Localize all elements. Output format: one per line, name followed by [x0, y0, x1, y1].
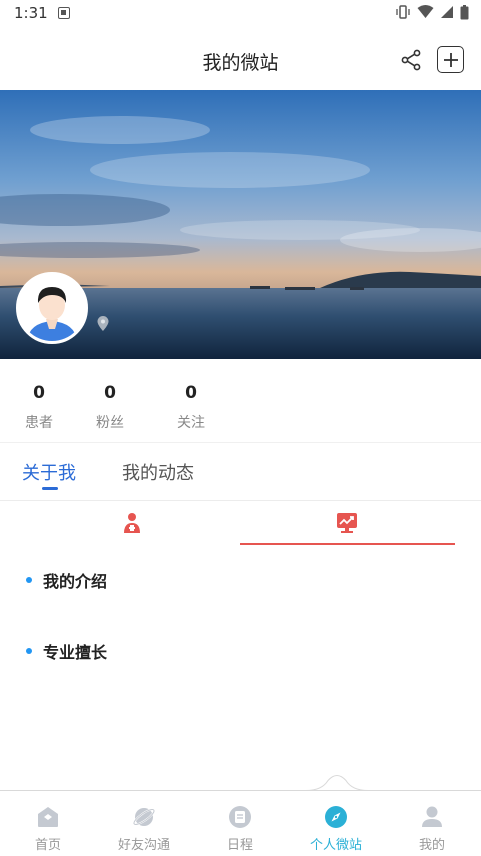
stats-row: 0 患者 0 粉丝 0 关注 — [0, 380, 481, 440]
stat-fans[interactable]: 0 粉丝 — [80, 380, 140, 432]
share-icon — [401, 49, 421, 71]
share-button[interactable] — [399, 48, 423, 72]
sub-tab-trend[interactable] — [240, 502, 455, 546]
bottom-nav: 首页 好友沟通 日程 个人微站 我的 — [0, 790, 481, 856]
stat-value: 0 — [185, 383, 197, 403]
stat-label: 患者 — [25, 415, 53, 431]
avatar-icon — [19, 275, 85, 341]
stat-label: 关注 — [177, 415, 205, 431]
stat-value: 0 — [104, 383, 116, 403]
status-time: 1:31 — [14, 4, 48, 22]
main-tabs: 关于我 我的动态 — [0, 443, 481, 501]
stat-patients[interactable]: 0 患者 — [9, 380, 69, 432]
nav-label: 好友沟通 — [117, 838, 170, 853]
planet-icon — [132, 808, 156, 826]
nav-item-friends[interactable]: 好友沟通 — [104, 791, 184, 856]
bullet-dot — [26, 648, 32, 654]
nav-item-home[interactable]: 首页 — [8, 791, 88, 856]
avatar[interactable] — [16, 272, 88, 344]
nav-item-schedule[interactable]: 日程 — [200, 791, 280, 856]
sub-tabs — [0, 502, 481, 546]
nav-label: 首页 — [34, 838, 61, 853]
battery-icon — [460, 4, 469, 19]
schedule-icon — [229, 806, 251, 828]
stat-value: 0 — [33, 383, 45, 403]
nav-item-mine[interactable]: 我的 — [392, 791, 472, 856]
compass-icon — [325, 806, 347, 828]
person-icon — [422, 806, 442, 827]
nav-item-micro-site[interactable]: 个人微站 — [296, 791, 376, 856]
signal-icon — [441, 6, 453, 18]
add-icon — [443, 52, 458, 67]
stat-following[interactable]: 0 关注 — [161, 380, 221, 432]
add-button[interactable] — [437, 46, 464, 73]
wifi-icon — [417, 5, 434, 18]
home-icon — [38, 807, 58, 827]
stat-label: 粉丝 — [96, 415, 124, 431]
title-bar: 我的微站 — [0, 28, 481, 90]
section-title: 专业擅长 — [43, 643, 108, 662]
vibrate-icon — [396, 5, 410, 19]
nav-label: 个人微站 — [309, 838, 362, 853]
section-my-intro: 我的介绍 — [26, 568, 107, 592]
active-tab-indicator — [42, 487, 58, 490]
sub-tab-doctor[interactable] — [25, 502, 240, 546]
active-sub-tab-indicator — [240, 543, 455, 545]
nav-label: 我的 — [418, 838, 445, 853]
notification-icon — [58, 7, 70, 19]
status-bar: 1:31 — [0, 0, 481, 28]
nav-label: 日程 — [226, 838, 253, 853]
section-specialties: 专业擅长 — [26, 639, 107, 663]
doctor-icon — [124, 513, 140, 533]
tab-my-activity[interactable]: 我的动态 — [122, 459, 194, 485]
section-title: 我的介绍 — [43, 572, 108, 591]
trend-screen-icon — [337, 513, 357, 533]
tab-about-me[interactable]: 关于我 — [22, 459, 76, 485]
location-pin-icon[interactable] — [97, 316, 109, 331]
status-icons — [395, 4, 469, 20]
bullet-dot — [26, 577, 32, 583]
